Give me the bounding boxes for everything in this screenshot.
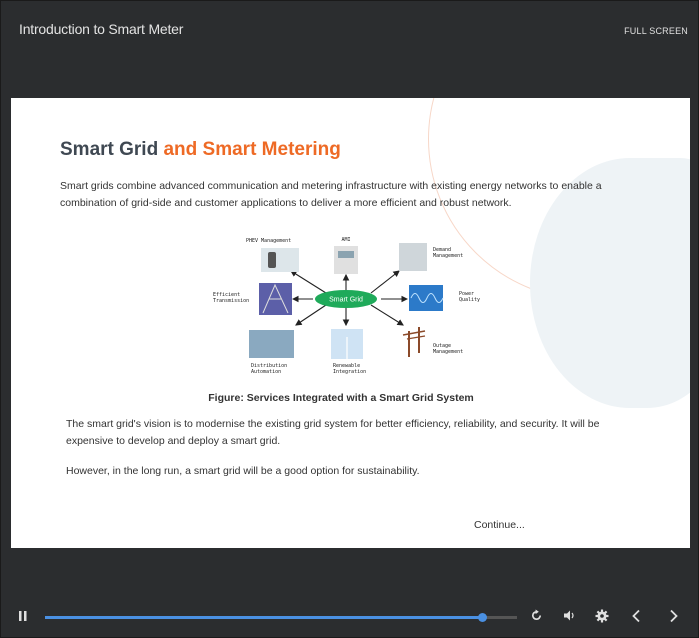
demand-image	[399, 243, 427, 271]
outage-image	[402, 327, 426, 357]
prev-icon[interactable]	[631, 609, 641, 626]
center-label: Smart Grid	[329, 297, 363, 304]
power-quality-label-2: Quality	[459, 297, 480, 303]
distribution-label-2: Automation	[251, 369, 281, 375]
demand-label-2: Management	[433, 253, 463, 259]
sustainability-paragraph: However, in the long run, a smart grid w…	[66, 465, 420, 477]
heading-part2: and Smart Metering	[163, 139, 341, 160]
vision-paragraph: The smart grid's vision is to modernise …	[66, 418, 600, 447]
fullscreen-button[interactable]: FULL SCREEN	[624, 26, 688, 36]
progress-bar[interactable]	[45, 613, 517, 622]
slide-content: Smart Grid and Smart Metering Smart grid…	[11, 98, 690, 548]
volume-icon[interactable]	[563, 609, 577, 625]
next-icon[interactable]	[669, 609, 679, 626]
phev-label: PHEV Management	[246, 238, 291, 244]
settings-icon[interactable]	[595, 609, 609, 626]
distribution-image	[249, 330, 294, 358]
continue-link[interactable]: Continue...	[474, 519, 525, 531]
renewable-label-2: Integration	[333, 369, 366, 375]
outage-label-2: Management	[433, 349, 463, 355]
heading-part1: Smart Grid	[60, 139, 159, 160]
phev-image	[261, 248, 299, 272]
ami-label: AMI	[341, 237, 350, 243]
smart-grid-diagram: Smart Grid PHEV Management AMI Demand Ma…	[213, 237, 480, 375]
figure-caption: Figure: Services Integrated with a Smart…	[208, 392, 474, 404]
progress-handle[interactable]	[477, 613, 487, 622]
ami-image	[334, 246, 358, 274]
power-quality-image	[409, 285, 443, 311]
slide-heading: Smart Grid and Smart Metering	[60, 139, 341, 161]
player-frame: Introduction to Smart Meter FULL SCREEN …	[0, 0, 699, 638]
course-title: Introduction to Smart Meter	[19, 21, 184, 37]
progress-fill	[45, 616, 482, 619]
pause-icon[interactable]	[18, 609, 28, 625]
replay-icon[interactable]	[530, 609, 543, 625]
intro-paragraph: Smart grids combine advanced communicati…	[60, 180, 602, 209]
transmission-label-2: Transmission	[213, 298, 249, 304]
